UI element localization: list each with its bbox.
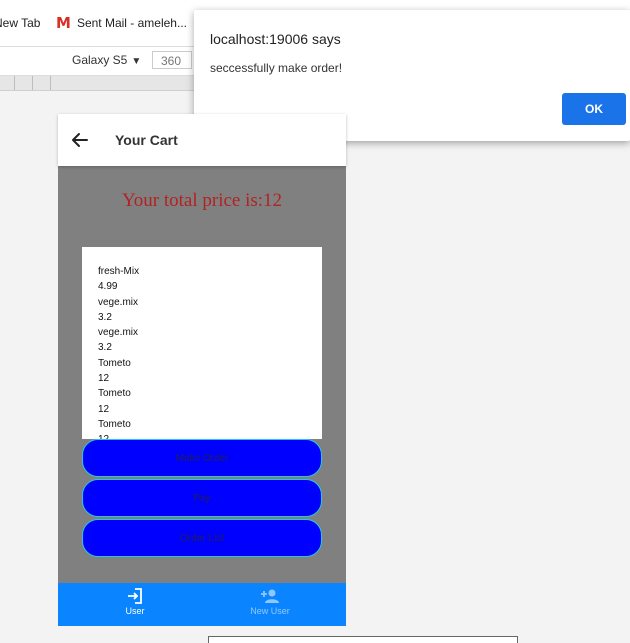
page-title: Your Cart	[115, 132, 178, 148]
add-user-icon	[261, 589, 279, 603]
device-select[interactable]: Galaxy S5 ▼	[72, 53, 141, 67]
cart-item-line: Tometo	[98, 418, 131, 430]
order-list-button[interactable]: Order List	[82, 519, 322, 557]
ruler-tick	[14, 76, 15, 90]
total-price-label: Your total price is:12	[121, 190, 283, 211]
app-header: Your Cart	[58, 114, 346, 166]
cart-items-text: fresh-Mix 4.99 vege.mix 3.2 vege.mix 3.2 Tomet…	[82, 247, 322, 439]
dialog-message: seccessfully make order!	[210, 61, 343, 75]
cart-item-line: 4.99	[98, 281, 118, 293]
devtools-strip	[208, 636, 518, 643]
cart-items-list[interactable]: fresh-Mix 4.99 vege.mix 3.2 vege.mix 3.2 Tomet…	[82, 247, 322, 439]
nav-item-new-user[interactable]: New User	[230, 587, 310, 616]
cart-item-line: 3.2	[98, 311, 112, 323]
cart-item-line: fresh-Mix	[98, 266, 140, 277]
device-name: Galaxy S5	[72, 53, 128, 67]
make-order-button[interactable]: Make Order	[82, 439, 322, 477]
gmail-icon: M	[56, 14, 71, 32]
back-arrow-icon[interactable]	[70, 130, 90, 150]
browser-tab-new-tab[interactable]: New Tab	[0, 12, 40, 34]
browser-tab-sent-mail[interactable]: M Sent Mail - ameleh...	[56, 12, 187, 34]
dialog-title: localhost:19006 says	[210, 31, 341, 47]
caret-down-icon: ▼	[131, 56, 142, 67]
cart-item-line: 12	[98, 373, 110, 385]
phone-viewport: Your Cart Your total price is:12 fresh-M…	[58, 114, 346, 626]
cart-item-line: 12	[98, 432, 322, 439]
device-width-input[interactable]: 360	[152, 51, 192, 69]
tab-label: Sent Mail - ameleh...	[76, 16, 187, 30]
tab-label: New Tab	[0, 16, 41, 30]
nav-item-user[interactable]: User	[95, 587, 175, 616]
cart-item-line: 3.2	[98, 342, 112, 354]
cart-item-line: Tometo	[98, 357, 131, 369]
cart-item-line: vege.mix	[98, 327, 139, 339]
cart-item-line: 12	[98, 403, 110, 415]
pay-button[interactable]: Pay	[82, 479, 322, 517]
ruler-tick	[50, 76, 51, 90]
cart-item-line: Tometo	[98, 388, 131, 400]
nav-label: User	[125, 606, 145, 616]
nav-label: New User	[250, 606, 290, 616]
login-icon	[128, 588, 142, 604]
ruler-tick	[32, 76, 33, 90]
bottom-navigation: User New User	[58, 583, 346, 626]
cart-item-line: vege.mix	[98, 296, 139, 308]
cart-content: Your total price is:12 fresh-Mix 4.99 vege…	[58, 166, 346, 583]
ok-button[interactable]: OK	[562, 93, 626, 125]
